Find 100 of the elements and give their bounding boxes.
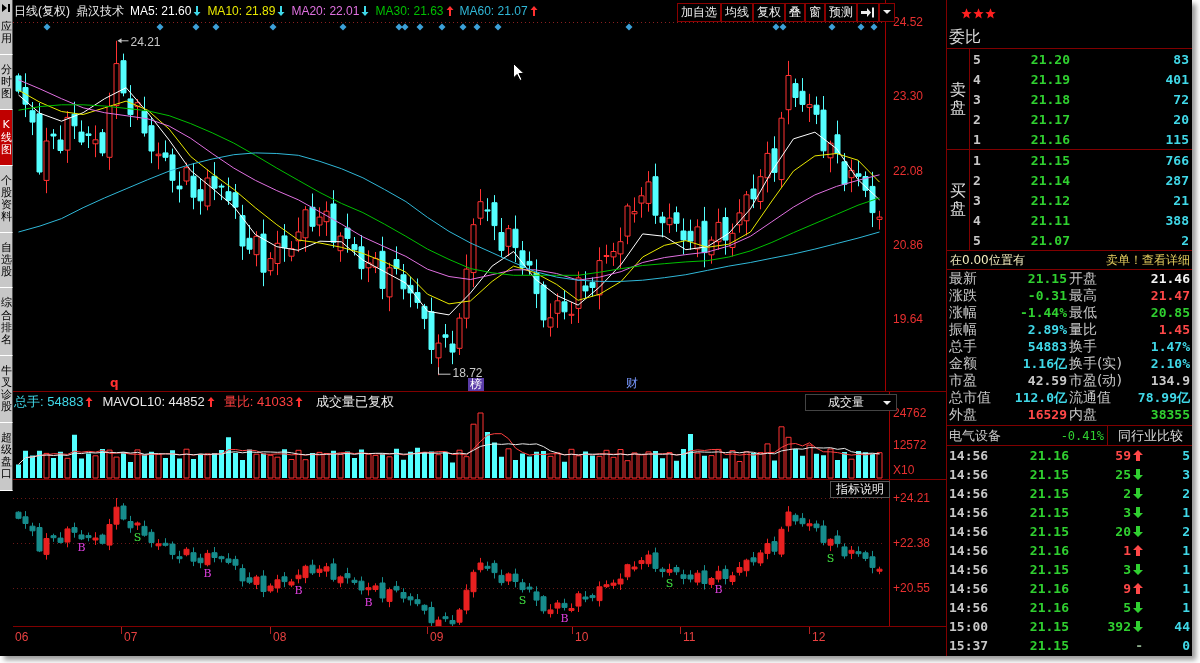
toolbar-button[interactable]: 加自选 xyxy=(677,2,721,22)
sidebar-tab[interactable]: 个股资料 xyxy=(0,165,13,234)
compare-button[interactable]: 同行业比较 xyxy=(1107,426,1192,445)
tick-cell: 44 xyxy=(1174,619,1190,634)
order-price: 21.17 xyxy=(1030,111,1070,127)
sell-signal-label: S xyxy=(133,531,142,545)
tick-volume: 9 xyxy=(1123,581,1131,596)
sell-signal-label: S xyxy=(665,576,674,590)
arrow-down-icon xyxy=(1133,488,1143,499)
toolbar-button[interactable]: 预测 xyxy=(825,2,857,22)
price-axis-label: 23.30 xyxy=(893,89,924,104)
tick-time: 14:56 xyxy=(948,600,989,615)
quote-stat-value: 1.47% xyxy=(1150,339,1190,354)
order-price: 21.16 xyxy=(1030,131,1070,147)
tick-cell: 2 xyxy=(1182,486,1190,501)
axis-tick-mark xyxy=(680,627,681,634)
toolbar-button[interactable]: 叠 xyxy=(785,2,805,22)
caret-icon xyxy=(883,10,891,14)
event-marker-label: 财 xyxy=(626,377,638,390)
expand-button[interactable] xyxy=(857,2,879,22)
notice-text: 在0.00位置有 xyxy=(950,251,1025,269)
sidebar-tab[interactable]: 综合排名 xyxy=(0,288,13,356)
arrow-down-icon xyxy=(1133,526,1143,537)
moving-average-value: MA30: 21.63 xyxy=(375,4,444,18)
tick-cell: 1 xyxy=(1182,505,1190,520)
tick-price: 21.15 xyxy=(1029,619,1069,634)
sidebar-tab[interactable]: 自选股 xyxy=(0,233,13,289)
stock-name: 鼎汉技术 xyxy=(76,2,124,20)
buy-signal-label: B xyxy=(203,567,212,581)
quote-stat-label: 最高 xyxy=(1068,286,1097,305)
tick-cell: 1 xyxy=(1182,543,1190,558)
quote-stat-label: 涨幅 xyxy=(948,303,977,322)
quote-stat-label: 外盘 xyxy=(948,405,977,424)
quote-stat-label: 内盘 xyxy=(1068,405,1097,424)
arrow-up-icon xyxy=(1133,583,1143,594)
tick-cell: 3 xyxy=(1182,467,1190,482)
indicator-dropdown[interactable]: 成交量 xyxy=(805,394,897,411)
tick-price: 21.16 xyxy=(1029,448,1069,463)
axis-tick-mark xyxy=(121,627,122,634)
quote-stat-value: 1.16亿 xyxy=(1022,354,1067,373)
leader-line xyxy=(117,38,129,44)
detail-link[interactable]: 卖单！查看详细 xyxy=(1106,251,1190,269)
toolbar-button[interactable]: 均线 xyxy=(721,2,753,22)
indicator-axis-label: +22.38 xyxy=(893,536,931,550)
quote-stat-label: 金额 xyxy=(948,354,977,373)
order-volume: 115 xyxy=(1165,131,1189,147)
diamond-marker-icon xyxy=(416,23,424,31)
sector-change: -0.41% xyxy=(1060,428,1104,443)
quote-stat-label: 流通值 xyxy=(1068,388,1111,407)
sidebar-tab[interactable]: K线图 xyxy=(0,110,13,166)
month-axis-label: 10 xyxy=(575,631,589,644)
moving-average-value: MA20: 22.01 xyxy=(291,4,360,18)
quote-stat-value: 134.9 xyxy=(1150,373,1190,388)
arrow-down-icon xyxy=(1133,621,1143,632)
dropdown-button[interactable] xyxy=(879,2,895,22)
moving-average-value: MA60: 21.07 xyxy=(459,4,528,18)
volume-stat-value: 总手: 54883 xyxy=(14,392,84,411)
arrow-up-icon xyxy=(1133,450,1143,461)
quote-stat-value: 78.99亿 xyxy=(1137,388,1190,407)
diamond-marker-icon xyxy=(269,23,277,31)
sidebar-tab[interactable]: 超级盘口 xyxy=(0,423,13,491)
axis-tick-mark xyxy=(270,627,271,634)
quote-stat-label: 换手 xyxy=(1068,337,1097,356)
tick-price: 21.15 xyxy=(1029,467,1069,482)
indicator-help-button[interactable]: 指标说明 xyxy=(830,481,890,498)
tick-cell: 1 xyxy=(1182,562,1190,577)
sidebar-tab[interactable]: 分时图 xyxy=(0,55,13,111)
order-price: 21.15 xyxy=(1030,152,1070,168)
month-axis-label: 11 xyxy=(683,631,696,644)
order-price: 21.18 xyxy=(1030,91,1070,107)
price-axis-label: 24.52 xyxy=(893,14,924,29)
tick-volume: 3 xyxy=(1123,562,1131,577)
tick-volume: 20 xyxy=(1115,524,1131,539)
quote-stat-label: 量比 xyxy=(1068,320,1097,339)
order-price: 21.07 xyxy=(1030,232,1070,248)
app-button[interactable]: 应用 xyxy=(0,0,13,56)
order-rank: 1 xyxy=(972,152,981,168)
order-rank: 3 xyxy=(972,91,981,107)
star-icon xyxy=(985,8,996,19)
quote-stat-label: 最新 xyxy=(948,269,977,288)
quote-stat-label: 市盈 xyxy=(948,371,977,390)
quote-stat-value: 38355 xyxy=(1150,407,1190,422)
order-price: 21.19 xyxy=(1030,71,1070,87)
order-volume: 20 xyxy=(1173,111,1189,127)
tick-volume: 392 xyxy=(1107,619,1131,634)
order-volume: 72 xyxy=(1173,91,1189,107)
diamond-marker-icon xyxy=(473,23,481,31)
tick-price: 21.15 xyxy=(1029,505,1069,520)
toolbar-button[interactable]: 复权 xyxy=(753,2,785,22)
tick-cell: 5 xyxy=(1182,448,1190,463)
sidebar-tab[interactable]: 牛叉诊股 xyxy=(0,355,13,424)
price-axis-label: 19.64 xyxy=(893,312,924,327)
toolbar-button[interactable]: 窗 xyxy=(805,2,825,22)
moving-average-value: MA5: 21.60 xyxy=(130,4,192,18)
order-rank: 3 xyxy=(972,192,981,208)
order-rank: 2 xyxy=(972,172,981,188)
tick-cell: 2 xyxy=(1182,524,1190,539)
axis-tick-mark xyxy=(809,627,810,634)
order-rank: 5 xyxy=(972,51,981,67)
quote-stat-value: 21.46 xyxy=(1150,271,1190,286)
